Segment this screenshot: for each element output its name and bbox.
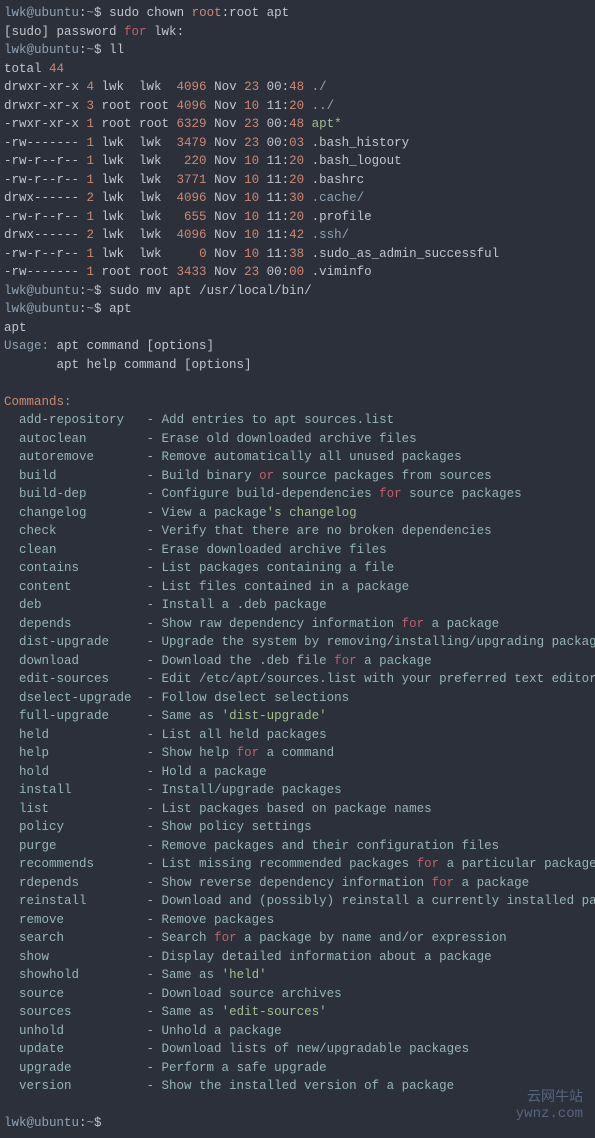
cmd-row: add-repository - Add entries to apt sour… xyxy=(4,411,591,430)
cmd-row: deb - Install a .deb package xyxy=(4,596,591,615)
usage-line: Usage: apt command [options] xyxy=(4,337,591,356)
ll-total: total 44 xyxy=(4,60,591,79)
cmd-row: dselect-upgrade - Follow dselect selecti… xyxy=(4,689,591,708)
ll-row: -rw------- 1 lwk lwk 3479 Nov 23 00:03 .… xyxy=(4,134,591,153)
cmd-row: source - Download source archives xyxy=(4,985,591,1004)
ll-row: -rw-r--r-- 1 lwk lwk 0 Nov 10 11:38 .sud… xyxy=(4,245,591,264)
ll-row: drwxr-xr-x 3 root root 4096 Nov 10 11:20… xyxy=(4,97,591,116)
cmd-row: changelog - View a package's changelog xyxy=(4,504,591,523)
cmd-row: recommends - List missing recommended pa… xyxy=(4,855,591,874)
terminal[interactable]: lwk@ubuntu:~$ sudo chown root:root apt[s… xyxy=(4,4,591,1133)
ll-row: drwx------ 2 lwk lwk 4096 Nov 10 11:42 .… xyxy=(4,226,591,245)
cmd-row: help - Show help for a command xyxy=(4,744,591,763)
cmd-ll: lwk@ubuntu:~$ ll xyxy=(4,41,591,60)
ll-row: drwx------ 2 lwk lwk 4096 Nov 10 11:30 .… xyxy=(4,189,591,208)
cmd-row: upgrade - Perform a safe upgrade xyxy=(4,1059,591,1078)
cmd-row: update - Download lists of new/upgradabl… xyxy=(4,1040,591,1059)
cmd-row: content - List files contained in a pack… xyxy=(4,578,591,597)
cmd-row: purge - Remove packages and their config… xyxy=(4,837,591,856)
cmd-row: download - Download the .deb file for a … xyxy=(4,652,591,671)
cmd-apt: lwk@ubuntu:~$ apt xyxy=(4,300,591,319)
commands-header: Commands: xyxy=(4,393,591,412)
cmd-row: build - Build binary or source packages … xyxy=(4,467,591,486)
ll-row: -rw-r--r-- 1 lwk lwk 655 Nov 10 11:20 .p… xyxy=(4,208,591,227)
cmd-row: autoremove - Remove automatically all un… xyxy=(4,448,591,467)
cmd-row: showhold - Same as 'held' xyxy=(4,966,591,985)
watermark: 云网牛站 ywnz.com xyxy=(516,1090,583,1122)
cmd-row: dist-upgrade - Upgrade the system by rem… xyxy=(4,633,591,652)
apt-echo: apt xyxy=(4,319,591,338)
ll-row: -rwxr-xr-x 1 root root 6329 Nov 23 00:48… xyxy=(4,115,591,134)
cmd-row: version - Show the installed version of … xyxy=(4,1077,591,1096)
cmd-row: search - Search for a package by name an… xyxy=(4,929,591,948)
ll-row: -rw-r--r-- 1 lwk lwk 3771 Nov 10 11:20 .… xyxy=(4,171,591,190)
usage-line2: apt help command [options] xyxy=(4,356,591,375)
cmd-row: contains - List packages containing a fi… xyxy=(4,559,591,578)
cmd-row: autoclean - Erase old downloaded archive… xyxy=(4,430,591,449)
cmd-row: clean - Erase downloaded archive files xyxy=(4,541,591,560)
cmd-row: sources - Same as 'edit-sources' xyxy=(4,1003,591,1022)
cmd-row: held - List all held packages xyxy=(4,726,591,745)
cmd-row: rdepends - Show reverse dependency infor… xyxy=(4,874,591,893)
cmd-row: edit-sources - Edit /etc/apt/sources.lis… xyxy=(4,670,591,689)
ll-row: -rw-r--r-- 1 lwk lwk 220 Nov 10 11:20 .b… xyxy=(4,152,591,171)
cmd-row: policy - Show policy settings xyxy=(4,818,591,837)
cmd-row: depends - Show raw dependency informatio… xyxy=(4,615,591,634)
cmd-mv: lwk@ubuntu:~$ sudo mv apt /usr/local/bin… xyxy=(4,282,591,301)
sudo-prompt: [sudo] password for lwk: xyxy=(4,23,591,42)
cmd-row: hold - Hold a package xyxy=(4,763,591,782)
prompt-empty[interactable]: lwk@ubuntu:~$ xyxy=(4,1114,591,1133)
cmd-row: reinstall - Download and (possibly) rein… xyxy=(4,892,591,911)
cmd-row: remove - Remove packages xyxy=(4,911,591,930)
cmd-row: check - Verify that there are no broken … xyxy=(4,522,591,541)
cmd-row: unhold - Unhold a package xyxy=(4,1022,591,1041)
cmd-row: build-dep - Configure build-dependencies… xyxy=(4,485,591,504)
cmd-row: full-upgrade - Same as 'dist-upgrade' xyxy=(4,707,591,726)
cmd-chown: lwk@ubuntu:~$ sudo chown root:root apt xyxy=(4,4,591,23)
cmd-row: install - Install/upgrade packages xyxy=(4,781,591,800)
ll-row: -rw------- 1 root root 3433 Nov 23 00:00… xyxy=(4,263,591,282)
ll-row: drwxr-xr-x 4 lwk lwk 4096 Nov 23 00:48 .… xyxy=(4,78,591,97)
cmd-row: list - List packages based on package na… xyxy=(4,800,591,819)
cmd-row: show - Display detailed information abou… xyxy=(4,948,591,967)
